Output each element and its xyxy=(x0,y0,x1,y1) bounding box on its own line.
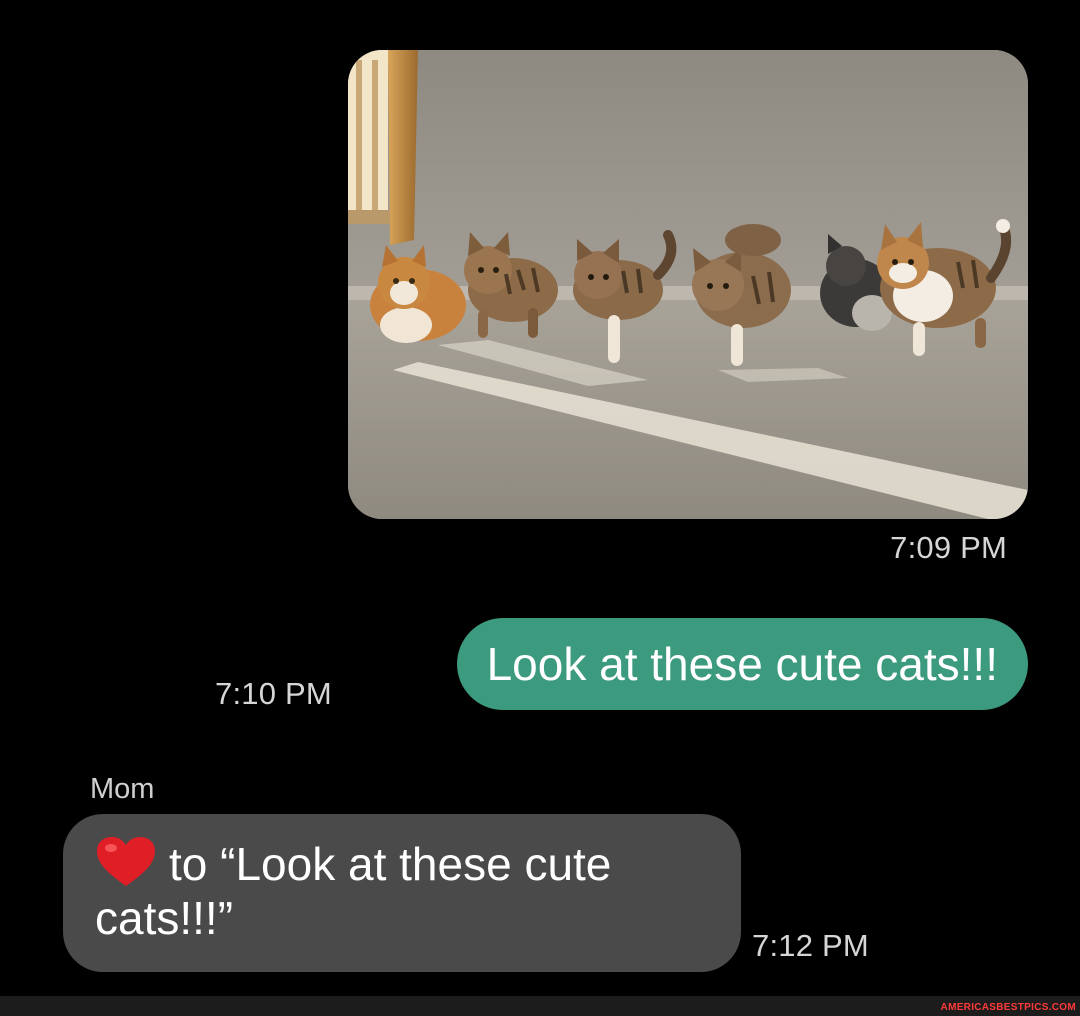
message-thread: 7:09 PM 7:10 PM Look at these cute cats!… xyxy=(0,0,1080,996)
sent-message-text: Look at these cute cats!!! xyxy=(486,638,998,690)
watermark: AMERICASBESTPICS.COM xyxy=(940,1002,1076,1013)
image-timestamp: 7:09 PM xyxy=(890,530,1007,565)
sent-message-bubble[interactable]: Look at these cute cats!!! xyxy=(456,618,1028,710)
received-message-bubble[interactable]: to “Look at these cute cats!!!” xyxy=(63,814,741,972)
bottom-bar: AMERICASBESTPICS.COM xyxy=(0,996,1080,1016)
received-message-timestamp: 7:12 PM xyxy=(752,928,869,963)
sent-message-timestamp: 7:10 PM xyxy=(215,676,332,711)
cats-photo xyxy=(348,50,1028,519)
heart-icon xyxy=(95,836,157,888)
cats-photo-message[interactable] xyxy=(348,50,1028,519)
received-message-text: to “Look at these cute cats!!!” xyxy=(95,838,612,944)
received-message-content: to “Look at these cute cats!!!” xyxy=(95,836,711,945)
sender-name: Mom xyxy=(90,773,155,805)
